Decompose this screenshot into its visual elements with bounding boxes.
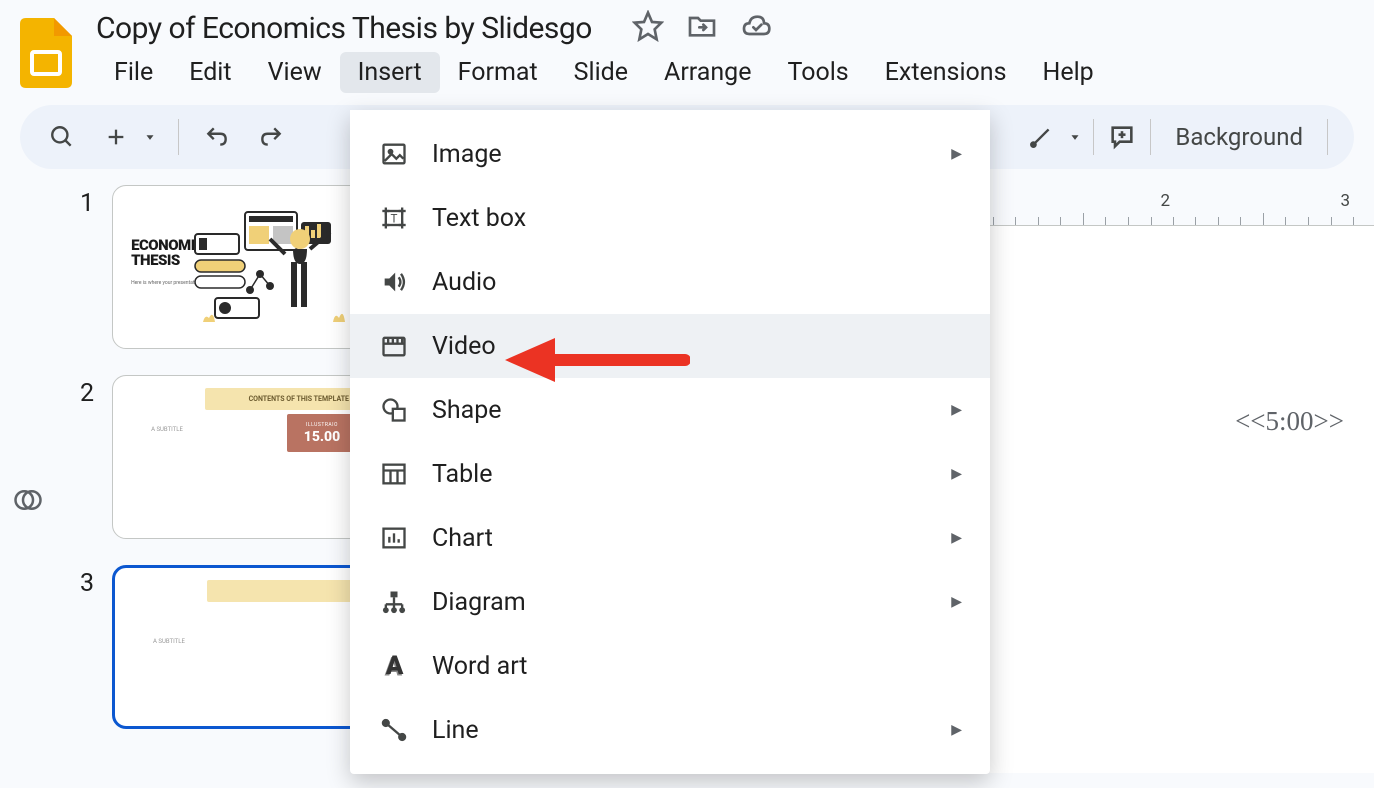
menu-item-label: Image — [432, 140, 502, 169]
slide-thumbnail-2[interactable]: CONTENTS OF THIS TEMPLATE ILLUSTRAIO 15.… — [112, 375, 366, 539]
menu-item-diagram[interactable]: Diagram ▶ — [350, 570, 990, 634]
move-folder-icon[interactable] — [686, 10, 718, 46]
menu-file[interactable]: File — [96, 52, 171, 93]
thumb-illustration — [185, 204, 355, 334]
undo-button[interactable] — [195, 115, 239, 159]
cloud-status-icon[interactable] — [740, 10, 772, 46]
submenu-arrow-icon: ▶ — [951, 146, 962, 162]
menu-item-image[interactable]: Image ▶ — [350, 122, 990, 186]
submenu-arrow-icon: ▶ — [951, 722, 962, 738]
shape-icon — [378, 394, 410, 426]
menu-item-label: Video — [432, 332, 496, 361]
menu-help[interactable]: Help — [1025, 52, 1112, 93]
svg-text:T: T — [391, 212, 398, 226]
thumb-bar — [207, 580, 355, 602]
menu-item-textbox[interactable]: T Text box — [350, 186, 990, 250]
menubar: File Edit View Insert Format Slide Arran… — [96, 52, 1354, 93]
menu-item-wordart[interactable]: AA Word art — [350, 634, 990, 698]
menu-item-label: Text box — [432, 204, 526, 233]
comment-button[interactable] — [1100, 115, 1144, 159]
slide-number: 2 — [56, 375, 112, 408]
menu-insert[interactable]: Insert — [340, 52, 440, 93]
background-button[interactable]: Background — [1157, 123, 1321, 151]
submenu-arrow-icon: ▶ — [951, 466, 962, 482]
menu-item-line[interactable]: Line ▶ — [350, 698, 990, 762]
line-tool-button[interactable] — [1019, 115, 1063, 159]
menu-slide[interactable]: Slide — [556, 52, 646, 93]
audio-icon — [378, 266, 410, 298]
submenu-arrow-icon: ▶ — [951, 594, 962, 610]
menu-arrange[interactable]: Arrange — [646, 52, 769, 93]
menu-item-label: Word art — [432, 652, 527, 681]
submenu-arrow-icon: ▶ — [951, 530, 962, 546]
thumb-title-line: THESIS — [131, 251, 180, 269]
star-icon[interactable] — [632, 10, 664, 46]
slide-number: 3 — [56, 565, 112, 598]
toolbar-separator — [1093, 119, 1094, 155]
menu-item-label: Shape — [432, 396, 502, 425]
slides-logo[interactable] — [20, 18, 72, 88]
textbox-icon: T — [378, 202, 410, 234]
menu-edit[interactable]: Edit — [171, 52, 249, 93]
thumb-bar-label: CONTENTS OF THIS TEMPLATE — [205, 388, 357, 410]
menu-tools[interactable]: Tools — [769, 52, 866, 93]
new-slide-button[interactable] — [94, 115, 138, 159]
toolbar-separator — [1327, 119, 1328, 155]
thumb-side-label: A SUBTITLE — [153, 638, 185, 645]
table-icon — [378, 458, 410, 490]
menu-format[interactable]: Format — [440, 52, 556, 93]
document-title[interactable]: Copy of Economics Thesis by Slidesgo — [96, 11, 592, 46]
menu-item-label: Line — [432, 716, 479, 745]
menu-item-label: Audio — [432, 268, 496, 297]
slide-number: 1 — [56, 185, 112, 218]
menu-item-label: Table — [432, 460, 493, 489]
diagram-icon — [378, 586, 410, 618]
annotation-arrow — [500, 335, 690, 385]
video-icon — [378, 330, 410, 362]
menu-item-shape[interactable]: Shape ▶ — [350, 378, 990, 442]
submenu-arrow-icon: ▶ — [951, 402, 962, 418]
search-button[interactable] — [40, 115, 84, 159]
canvas-time-placeholder: <<5:00>> — [1235, 406, 1344, 437]
new-slide-dropdown[interactable] — [138, 115, 162, 159]
toolbar-separator — [1150, 119, 1151, 155]
thumb-side-label: A SUBTITLE — [151, 426, 183, 433]
wordart-icon: AA — [378, 650, 410, 682]
line-dropdown[interactable] — [1063, 115, 1087, 159]
slide-thumbnail-1[interactable]: ECONOMICS THESIS Here is where your pres… — [112, 185, 366, 349]
menu-item-table[interactable]: Table ▶ — [350, 442, 990, 506]
toolbar-separator — [178, 119, 179, 155]
menu-item-chart[interactable]: Chart ▶ — [350, 506, 990, 570]
menu-item-label: Diagram — [432, 588, 526, 617]
menu-item-audio[interactable]: Audio — [350, 250, 990, 314]
image-icon — [378, 138, 410, 170]
chart-icon — [378, 522, 410, 554]
redo-button[interactable] — [249, 115, 293, 159]
menu-item-label: Chart — [432, 524, 493, 553]
insert-menu-dropdown: Image ▶ T Text box Audio Video Shape ▶ T… — [350, 110, 990, 774]
animation-rings-icon[interactable] — [13, 485, 43, 773]
thumb-card: ILLUSTRAIO 15.00 — [287, 414, 357, 452]
slide-filmstrip: 1 ECONOMICS THESIS Here is where your pr… — [56, 185, 366, 773]
line-icon — [378, 714, 410, 746]
menu-extensions[interactable]: Extensions — [867, 52, 1025, 93]
menu-view[interactable]: View — [250, 52, 340, 93]
svg-text:A: A — [385, 652, 404, 680]
slide-thumbnail-3[interactable]: A SUBTITLE — [112, 565, 366, 729]
